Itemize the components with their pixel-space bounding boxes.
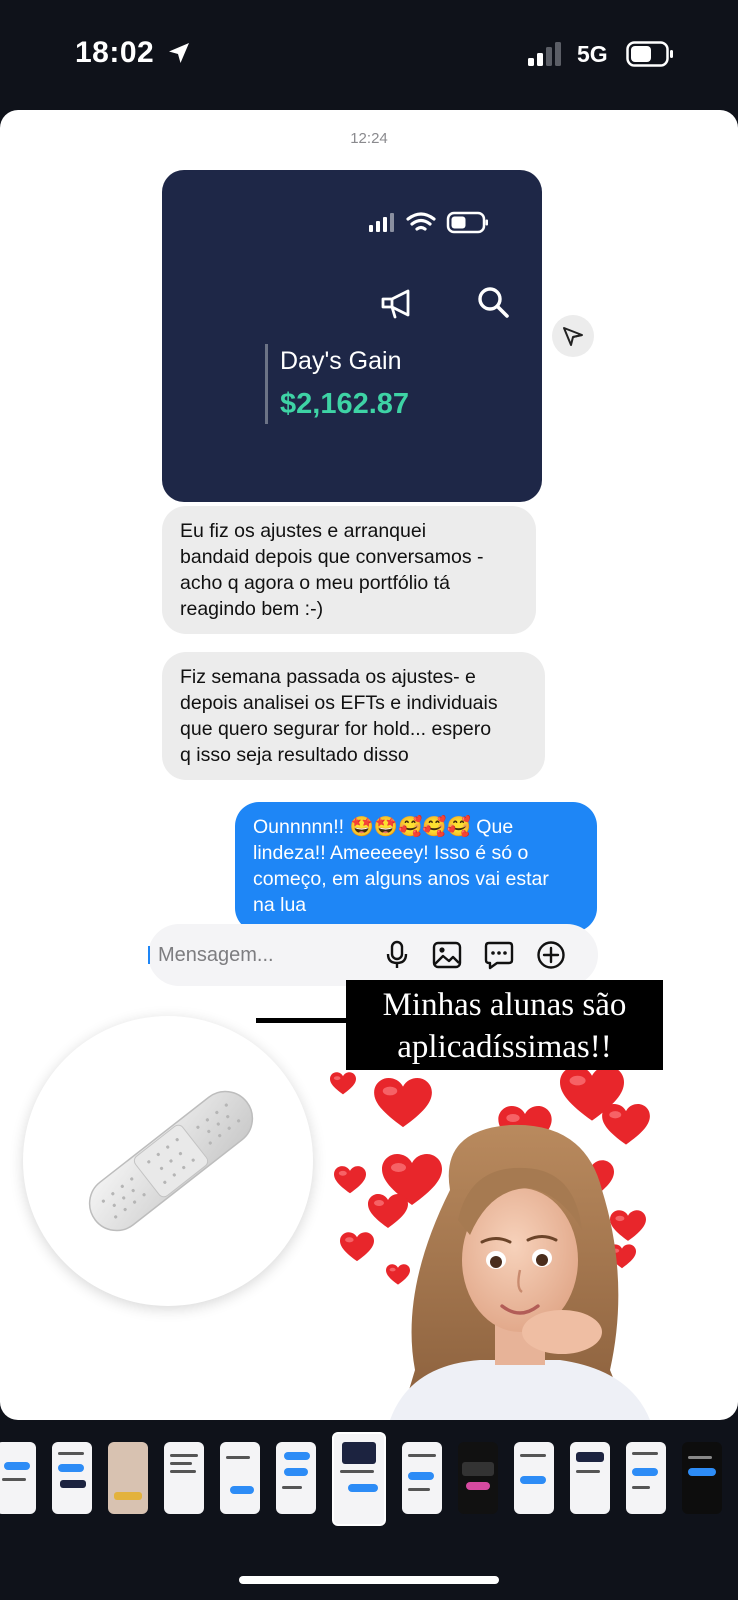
story-thumbnail[interactable] [220, 1442, 260, 1514]
days-gain-block: Day's Gain $2,162.87 [265, 344, 409, 424]
story-card: 12:24 Day's Gain $2,162.87 Eu fiz os aju… [0, 110, 738, 1420]
heart-icon [374, 1078, 432, 1128]
story-thumbnail-active[interactable] [332, 1432, 386, 1526]
story-thumbnail[interactable] [164, 1442, 204, 1514]
avatar-hearts-sticker[interactable] [330, 1070, 730, 1420]
heart-icon [334, 1166, 366, 1194]
days-gain-value: $2,162.87 [280, 388, 410, 420]
share-button[interactable] [552, 315, 594, 357]
heart-icon [602, 1104, 650, 1145]
message-bubble-incoming[interactable]: Eu fiz os ajustes e arranquei bandaid de… [162, 506, 536, 634]
bandaid-icon [88, 1090, 254, 1232]
image-icon[interactable] [432, 940, 462, 970]
plus-circle-icon[interactable] [536, 940, 566, 970]
chat-timestamp: 12:24 [350, 130, 388, 147]
heart-icon [386, 1264, 410, 1285]
story-thumbnail[interactable] [570, 1442, 610, 1514]
status-icons [369, 211, 488, 234]
location-arrow-icon [169, 43, 189, 63]
story-thumbnail[interactable] [682, 1442, 722, 1514]
message-bubble-outgoing[interactable]: Ounnnnn!! 🤩🤩🥰🥰🥰 Que lindeza!! Ameeeeey! … [235, 802, 597, 932]
bandaid-sticker[interactable] [23, 1016, 313, 1306]
story-thumbnail[interactable] [626, 1442, 666, 1514]
signal-bars-icon [528, 42, 561, 66]
story-thumbnail[interactable] [0, 1442, 36, 1514]
story-thumbnails [0, 1432, 738, 1530]
text-caret [148, 946, 150, 964]
story-thumbnail[interactable] [276, 1442, 316, 1514]
days-gain-label: Day's Gain [280, 347, 402, 375]
message-input[interactable] [158, 938, 378, 972]
story-thumbnail[interactable] [458, 1442, 498, 1514]
battery-icon [626, 41, 673, 67]
story-thumbnail[interactable] [52, 1442, 92, 1514]
search-icon [478, 287, 509, 318]
story-thumbnail[interactable] [108, 1442, 148, 1514]
message-bubble-incoming[interactable]: Fiz semana passada os ajustes- e depois … [162, 652, 545, 780]
home-indicator[interactable] [239, 1576, 499, 1584]
megaphone-icon [381, 289, 410, 319]
wifi-icon [406, 212, 436, 231]
heart-icon [610, 1210, 646, 1241]
status-time: 18:02 [75, 36, 155, 69]
story-caption: Minhas alunas são aplicadíssimas!! [346, 980, 663, 1070]
microphone-icon[interactable] [382, 940, 412, 970]
caption-text: Minhas alunas são aplicadíssimas!! [382, 987, 627, 1065]
status-bar: 18:02 5G [0, 0, 738, 110]
shared-screenshot[interactable]: Day's Gain $2,162.87 [162, 170, 542, 502]
battery-icon [446, 211, 488, 234]
share-icon [563, 327, 583, 346]
heart-icon [330, 1072, 356, 1095]
signal-bars-icon [369, 213, 394, 232]
message-composer [148, 924, 598, 986]
network-type: 5G [577, 41, 608, 67]
story-thumbnail[interactable] [514, 1442, 554, 1514]
heart-icon [340, 1232, 374, 1262]
story-thumbnail[interactable] [402, 1442, 442, 1514]
sticker-icon[interactable] [484, 940, 514, 970]
heart-icon [368, 1194, 408, 1228]
